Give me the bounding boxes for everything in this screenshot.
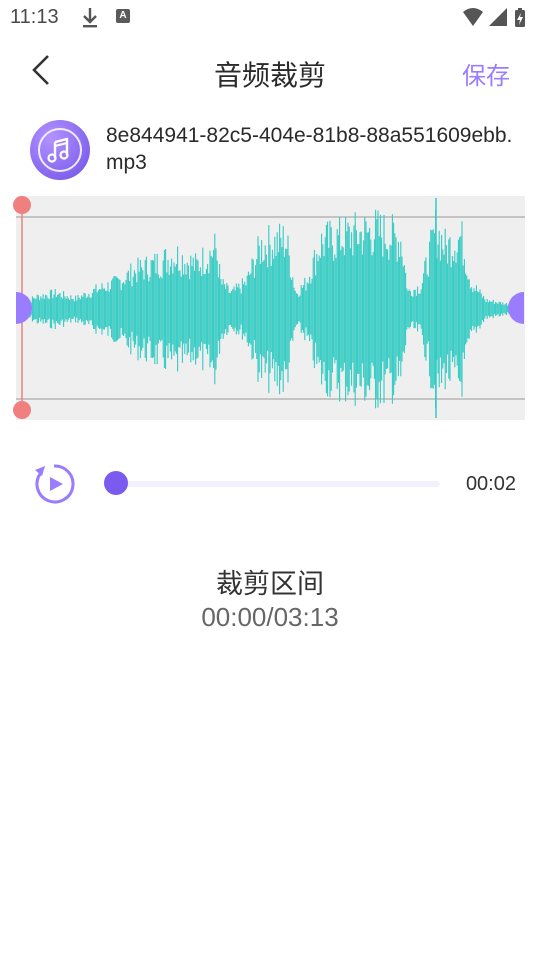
- waveform-editor[interactable]: [13, 196, 525, 420]
- trim-range-value: 00:00/03:13: [201, 602, 339, 632]
- a-badge-icon: A: [116, 9, 130, 23]
- music-file-icon: [30, 120, 90, 180]
- left-trim-handle[interactable]: [16, 292, 32, 324]
- file-name: 8e844941-82c5-404e-81b8-88a551609ebb.mp3: [106, 124, 513, 174]
- top-bar: 音频裁剪 保存: [0, 40, 540, 102]
- progress-track[interactable]: [116, 481, 440, 487]
- progress-thumb[interactable]: [104, 471, 128, 495]
- status-right-icons: [463, 8, 525, 27]
- playback-controls: 00:02: [0, 456, 540, 512]
- start-handle-bottom[interactable]: [13, 401, 31, 419]
- signal-icon: [489, 8, 507, 26]
- waveform: [16, 198, 525, 418]
- save-button[interactable]: 保存: [462, 56, 510, 91]
- status-bar: 11:13 A: [0, 0, 540, 36]
- file-info: 8e844941-82c5-404e-81b8-88a551609ebb.mp3: [30, 118, 520, 182]
- trim-range-label: 裁剪区间: [216, 569, 324, 600]
- waveform-bars: [23, 198, 524, 418]
- current-time: 00:02: [465, 473, 516, 495]
- download-icon: [83, 8, 97, 28]
- start-handle-top[interactable]: [13, 196, 31, 214]
- page-title: 音频裁剪: [213, 59, 326, 92]
- music-note-icon: [47, 137, 69, 163]
- status-time: 11:13: [10, 6, 59, 28]
- battery-charging-icon: [515, 8, 525, 27]
- replay-play-button[interactable]: [30, 460, 78, 508]
- wifi-icon: [463, 8, 483, 26]
